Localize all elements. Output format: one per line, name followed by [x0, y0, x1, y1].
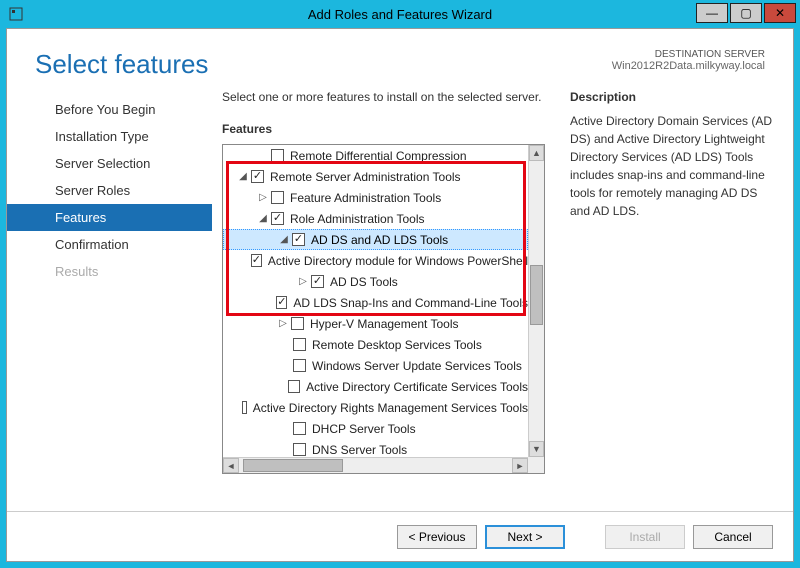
titlebar[interactable]: Add Roles and Features Wizard — ▢ ✕: [0, 0, 800, 28]
tree-item-label: Active Directory Certificate Services To…: [306, 380, 528, 394]
expand-icon[interactable]: ▷: [257, 192, 269, 204]
expander-placeholder: [279, 360, 291, 372]
minimize-button[interactable]: —: [696, 3, 728, 23]
instruction-text: Select one or more features to install o…: [222, 90, 552, 104]
checkbox[interactable]: [291, 317, 304, 330]
checkbox[interactable]: [271, 149, 284, 162]
close-button[interactable]: ✕: [764, 3, 796, 23]
description-text: Active Directory Domain Services (AD DS)…: [570, 112, 775, 220]
destination-server: Win2012R2Data.milkyway.local: [612, 60, 765, 72]
checkbox[interactable]: [271, 212, 284, 225]
tree-item-label: Windows Server Update Services Tools: [312, 359, 522, 373]
features-label: Features: [222, 122, 552, 136]
checkbox[interactable]: [288, 380, 300, 393]
horizontal-scroll-thumb[interactable]: [243, 459, 343, 472]
tree-item[interactable]: Active Directory Certificate Services To…: [223, 376, 528, 397]
destination-info: DESTINATION SERVER Win2012R2Data.milkywa…: [612, 49, 765, 80]
scroll-left-arrow[interactable]: ◄: [223, 458, 239, 473]
tree-item[interactable]: AD LDS Snap-Ins and Command-Line Tools: [223, 292, 528, 313]
tree-item[interactable]: Windows Server Update Services Tools: [223, 355, 528, 376]
cancel-button[interactable]: Cancel: [693, 525, 773, 549]
page-title: Select features: [35, 49, 208, 80]
nav-item-features[interactable]: Features: [7, 204, 212, 231]
tree-item-label: Remote Differential Compression: [290, 149, 467, 163]
sidebar-nav: Before You BeginInstallation TypeServer …: [7, 90, 212, 474]
maximize-button[interactable]: ▢: [730, 3, 762, 23]
checkbox[interactable]: [276, 296, 287, 309]
tree-item[interactable]: DNS Server Tools: [223, 439, 528, 457]
expander-placeholder: [279, 444, 291, 456]
nav-item-server-selection[interactable]: Server Selection: [7, 150, 212, 177]
checkbox[interactable]: [311, 275, 324, 288]
tree-item[interactable]: ▷ Hyper-V Management Tools: [223, 313, 528, 334]
features-tree: Remote Differential Compression ◢ Remote S…: [222, 144, 545, 474]
checkbox[interactable]: [251, 170, 264, 183]
wizard-window: Add Roles and Features Wizard — ▢ ✕ Sele…: [0, 0, 800, 568]
nav-item-server-roles[interactable]: Server Roles: [7, 177, 212, 204]
tree-item[interactable]: Active Directory Rights Management Servi…: [223, 397, 528, 418]
tree-item[interactable]: Remote Desktop Services Tools: [223, 334, 528, 355]
footer-buttons: < Previous Next > Install Cancel: [7, 511, 793, 561]
tree-item[interactable]: Remote Differential Compression: [223, 145, 528, 166]
checkbox[interactable]: [293, 359, 306, 372]
next-button[interactable]: Next >: [485, 525, 565, 549]
expand-icon[interactable]: ▷: [297, 276, 309, 288]
checkbox[interactable]: [251, 254, 262, 267]
tree-item[interactable]: ◢ Remote Server Administration Tools: [223, 166, 528, 187]
tree-item-label: Remote Server Administration Tools: [270, 170, 461, 184]
install-button[interactable]: Install: [605, 525, 685, 549]
previous-button[interactable]: < Previous: [397, 525, 477, 549]
vertical-scroll-thumb[interactable]: [530, 265, 543, 325]
tree-item-label: AD DS and AD LDS Tools: [311, 233, 448, 247]
tree-item-label: DHCP Server Tools: [312, 422, 416, 436]
tree-item-label: Remote Desktop Services Tools: [312, 338, 482, 352]
app-icon: [6, 4, 26, 24]
tree-item[interactable]: DHCP Server Tools: [223, 418, 528, 439]
tree-item-label: Active Directory Rights Management Servi…: [253, 401, 528, 415]
scroll-right-arrow[interactable]: ►: [512, 458, 528, 473]
expander-placeholder: [245, 255, 249, 267]
nav-item-results: Results: [7, 258, 212, 285]
tree-item-label: Active Directory module for Windows Powe…: [268, 254, 528, 268]
nav-item-confirmation[interactable]: Confirmation: [7, 231, 212, 258]
nav-item-before-you-begin[interactable]: Before You Begin: [7, 96, 212, 123]
tree-item-label: Role Administration Tools: [290, 212, 425, 226]
tree-item[interactable]: ▷ AD DS Tools: [223, 271, 528, 292]
description-label: Description: [570, 90, 775, 104]
collapse-icon[interactable]: ◢: [237, 171, 249, 183]
tree-item-label: Hyper-V Management Tools: [310, 317, 459, 331]
destination-label: DESTINATION SERVER: [612, 49, 765, 60]
checkbox[interactable]: [271, 191, 284, 204]
checkbox[interactable]: [293, 338, 306, 351]
expander-placeholder: [237, 402, 240, 414]
content-area: Select features DESTINATION SERVER Win20…: [6, 28, 794, 562]
tree-item[interactable]: ▷ Feature Administration Tools: [223, 187, 528, 208]
checkbox[interactable]: [293, 443, 306, 456]
tree-item[interactable]: ◢ AD DS and AD LDS Tools: [223, 229, 528, 250]
tree-item[interactable]: Active Directory module for Windows Powe…: [223, 250, 528, 271]
expander-placeholder: [267, 297, 274, 309]
window-title: Add Roles and Features Wizard: [308, 7, 492, 22]
tree-item-label: AD LDS Snap-Ins and Command-Line Tools: [293, 296, 528, 310]
horizontal-scrollbar[interactable]: ◄ ►: [223, 457, 528, 473]
expander-placeholder: [279, 423, 291, 435]
checkbox[interactable]: [293, 422, 306, 435]
scroll-up-arrow[interactable]: ▲: [529, 145, 544, 161]
scroll-corner: [528, 457, 544, 473]
collapse-icon[interactable]: ◢: [257, 213, 269, 225]
tree-item[interactable]: ◢ Role Administration Tools: [223, 208, 528, 229]
scroll-down-arrow[interactable]: ▼: [529, 441, 544, 457]
expander-placeholder: [275, 381, 286, 393]
tree-item-label: DNS Server Tools: [312, 443, 407, 457]
checkbox[interactable]: [292, 233, 305, 246]
expander-placeholder: [279, 339, 291, 351]
expand-icon[interactable]: ▷: [277, 318, 289, 330]
nav-item-installation-type[interactable]: Installation Type: [7, 123, 212, 150]
vertical-scrollbar[interactable]: ▲ ▼: [528, 145, 544, 457]
tree-item-label: Feature Administration Tools: [290, 191, 441, 205]
collapse-icon[interactable]: ◢: [278, 234, 290, 246]
checkbox[interactable]: [242, 401, 247, 414]
expander-placeholder: [257, 150, 269, 162]
tree-item-label: AD DS Tools: [330, 275, 398, 289]
